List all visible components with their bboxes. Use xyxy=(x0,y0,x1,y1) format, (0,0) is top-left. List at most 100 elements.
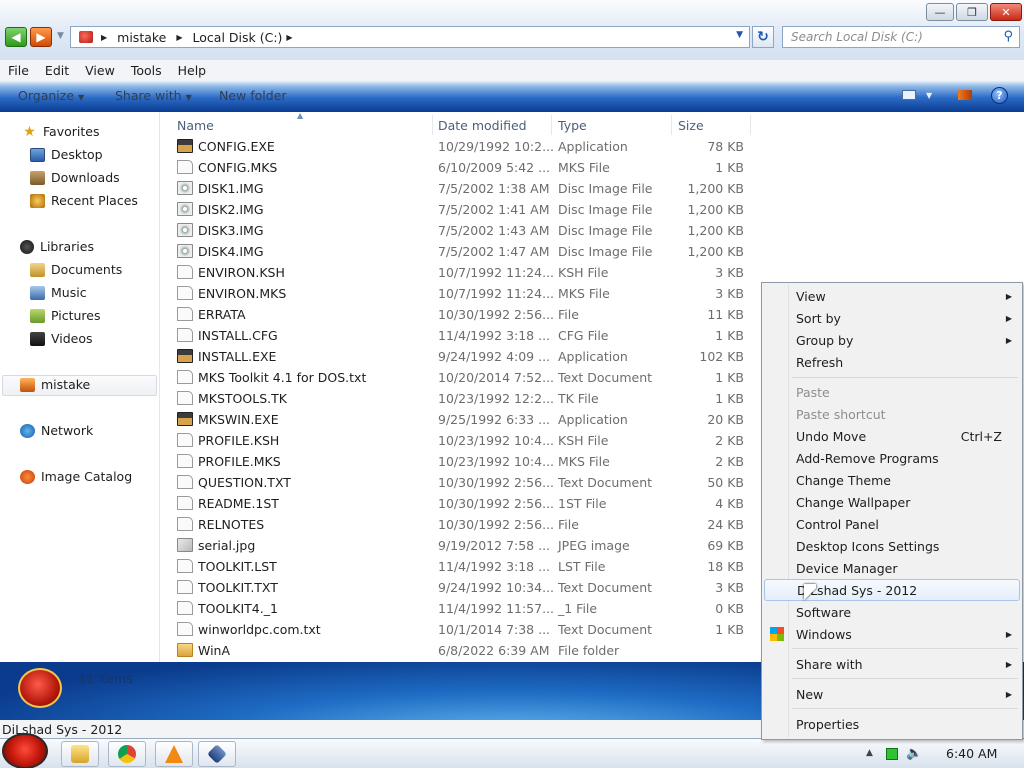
column-divider[interactable] xyxy=(432,115,433,135)
refresh-button[interactable]: ↻ xyxy=(752,26,774,48)
file-row[interactable]: PROFILE.MKS 10/23/1992 10:4... MKS File 2 K… xyxy=(175,451,755,472)
back-button[interactable]: ◀ xyxy=(5,27,27,47)
menu-item-share-with[interactable]: Share with ▶ xyxy=(764,653,1020,675)
file-row[interactable]: DISK2.IMG 7/5/2002 1:41 AM Disc Image File… xyxy=(175,199,755,220)
file-row[interactable]: QUESTION.TXT 10/30/1992 2:56... Text Docum… xyxy=(175,472,755,493)
nav-documents[interactable]: Documents xyxy=(30,262,122,277)
nav-image-catalog[interactable]: Image Catalog xyxy=(20,469,132,484)
network-status-icon[interactable] xyxy=(886,748,898,760)
nav-downloads[interactable]: Downloads xyxy=(30,170,120,185)
help-icon[interactable]: ? xyxy=(991,87,1008,104)
menu-item-paste[interactable]: Paste xyxy=(764,381,1020,403)
start-button[interactable] xyxy=(2,733,48,768)
show-hidden-icons-icon[interactable]: ▲ xyxy=(866,748,873,758)
menu-item-device-manager[interactable]: Device Manager xyxy=(764,557,1020,579)
menu-item-refresh[interactable]: Refresh xyxy=(764,351,1020,373)
menu-item-windows[interactable]: Windows ▶ xyxy=(764,623,1020,645)
address-dropdown-icon[interactable]: ▼ xyxy=(736,30,743,40)
menu-item-view[interactable]: View ▶ xyxy=(764,285,1020,307)
breadcrumb-arrow-icon[interactable]: ▶ xyxy=(286,33,292,42)
nav-pictures[interactable]: Pictures xyxy=(30,308,101,323)
menu-view[interactable]: View xyxy=(77,63,123,78)
taskbar-virtualbox[interactable] xyxy=(198,741,236,767)
chevron-down-icon[interactable]: ▼ xyxy=(926,91,932,100)
menu-edit[interactable]: Edit xyxy=(37,63,77,78)
menu-item-change-wallpaper[interactable]: Change Wallpaper xyxy=(764,491,1020,513)
column-size-header[interactable]: Size xyxy=(678,118,704,133)
search-input[interactable]: Search Local Disk (C:) ⚲ xyxy=(782,26,1020,48)
search-icon[interactable]: ⚲ xyxy=(1003,29,1013,44)
breadcrumb-arrow-icon[interactable]: ▶ xyxy=(176,33,182,42)
new-folder-button[interactable]: New folder xyxy=(219,88,287,103)
nav-mistake[interactable]: mistake xyxy=(20,377,90,392)
menu-item-change-theme[interactable]: Change Theme xyxy=(764,469,1020,491)
menu-item-properties[interactable]: Properties xyxy=(764,713,1020,735)
menu-item-sort-by[interactable]: Sort by ▶ xyxy=(764,307,1020,329)
address-bar[interactable]: ▶ mistake ▶ Local Disk (C:) ▶ ▼ xyxy=(70,26,750,48)
file-row[interactable]: DISK4.IMG 7/5/2002 1:47 AM Disc Image File… xyxy=(175,241,755,262)
nav-favorites[interactable]: ★ Favorites xyxy=(22,124,99,139)
column-type-header[interactable]: Type xyxy=(558,118,587,133)
file-row[interactable]: INSTALL.EXE 9/24/1992 4:09 ... Application… xyxy=(175,346,755,367)
file-row[interactable]: README.1ST 10/30/1992 2:56... 1ST File 4 KB xyxy=(175,493,755,514)
column-divider[interactable] xyxy=(551,115,552,135)
file-row[interactable]: ERRATA 10/30/1992 2:56... File 11 KB xyxy=(175,304,755,325)
forward-button[interactable]: ▶ xyxy=(30,27,52,47)
file-row[interactable]: winworldpc.com.txt 10/1/2014 7:38 ... Text… xyxy=(175,619,755,640)
menu-item-desktop-icons-settings[interactable]: Desktop Icons Settings xyxy=(764,535,1020,557)
file-row[interactable]: MKSTOOLS.TK 10/23/1992 12:2... TK File 1 KB xyxy=(175,388,755,409)
nav-desktop[interactable]: Desktop xyxy=(30,147,103,162)
file-row[interactable]: TOOLKIT.LST 11/4/1992 3:18 ... LST File 18 … xyxy=(175,556,755,577)
file-row[interactable]: MKSWIN.EXE 9/25/1992 6:33 ... Application 2… xyxy=(175,409,755,430)
menu-item-undo-move[interactable]: Undo Move Ctrl+Z xyxy=(764,425,1020,447)
nav-network[interactable]: Network xyxy=(20,423,93,438)
nav-libraries[interactable]: Libraries xyxy=(20,239,94,254)
file-row[interactable]: WinA 6/8/2022 6:39 AM File folder xyxy=(175,640,755,661)
file-row[interactable]: TOOLKIT.TXT 9/24/1992 10:34... Text Docume… xyxy=(175,577,755,598)
menu-item-group-by[interactable]: Group by ▶ xyxy=(764,329,1020,351)
menu-item-software[interactable]: Software xyxy=(764,601,1020,623)
file-row[interactable]: CONFIG.EXE 10/29/1992 10:2... Application 7… xyxy=(175,136,755,157)
file-row[interactable]: CONFIG.MKS 6/10/2009 5:42 ... MKS File 1 KB xyxy=(175,157,755,178)
menu-item-new[interactable]: New ▶ xyxy=(764,683,1020,705)
nav-videos[interactable]: Videos xyxy=(30,331,93,346)
maximize-button[interactable]: ❐ xyxy=(956,3,988,21)
file-row[interactable]: PROFILE.KSH 10/23/1992 10:4... KSH File 2 K… xyxy=(175,430,755,451)
column-date-header[interactable]: Date modified xyxy=(438,118,527,133)
nav-music[interactable]: Music xyxy=(30,285,87,300)
taskbar-vlc[interactable] xyxy=(155,741,193,767)
file-row[interactable]: ENVIRON.KSH 10/7/1992 11:24... KSH File 3 K… xyxy=(175,262,755,283)
file-row[interactable]: INSTALL.CFG 11/4/1992 3:18 ... CFG File 1 K… xyxy=(175,325,755,346)
column-divider[interactable] xyxy=(671,115,672,135)
preview-pane-icon[interactable] xyxy=(958,90,972,100)
column-divider[interactable] xyxy=(750,115,751,135)
menu-item-dilshad-sys[interactable]: DiLshad Sys - 2012 xyxy=(764,579,1020,601)
file-row[interactable]: serial.jpg 9/19/2012 7:58 ... JPEG image 69… xyxy=(175,535,755,556)
change-view-icon[interactable] xyxy=(902,90,916,100)
file-row[interactable]: DISK1.IMG 7/5/2002 1:38 AM Disc Image File… xyxy=(175,178,755,199)
menu-item-paste-shortcut[interactable]: Paste shortcut xyxy=(764,403,1020,425)
menu-file[interactable]: File xyxy=(0,63,37,78)
file-row[interactable]: MKS Toolkit 4.1 for DOS.txt 10/20/2014 7:… xyxy=(175,367,755,388)
file-row[interactable]: ENVIRON.MKS 10/7/1992 11:24... MKS File 3 K… xyxy=(175,283,755,304)
organize-button[interactable]: Organize ▼ xyxy=(18,88,84,103)
file-row[interactable]: DISK3.IMG 7/5/2002 1:43 AM Disc Image File… xyxy=(175,220,755,241)
menu-item-add-remove-programs[interactable]: Add-Remove Programs xyxy=(764,447,1020,469)
close-button[interactable]: ✕ xyxy=(990,3,1022,21)
clock[interactable]: 6:40 AM xyxy=(946,746,997,761)
breadcrumb-local-disk[interactable]: Local Disk (C:) xyxy=(193,30,283,45)
taskbar-explorer[interactable] xyxy=(61,741,99,767)
menu-help[interactable]: Help xyxy=(170,63,215,78)
recent-pages-dropdown[interactable]: ▼ xyxy=(57,31,64,41)
menu-item-control-panel[interactable]: Control Panel xyxy=(764,513,1020,535)
file-row[interactable]: RELNOTES 10/30/1992 2:56... File 24 KB xyxy=(175,514,755,535)
column-name-header[interactable]: Name xyxy=(177,118,214,133)
menu-tools[interactable]: Tools xyxy=(123,63,170,78)
file-row[interactable]: TOOLKIT4._1 11/4/1992 11:57... _1 File 0 KB xyxy=(175,598,755,619)
share-with-button[interactable]: Share with ▼ xyxy=(115,88,192,103)
taskbar-chrome[interactable] xyxy=(108,741,146,767)
minimize-button[interactable]: — xyxy=(926,3,954,21)
volume-icon[interactable]: 🔈 xyxy=(906,746,922,761)
nav-recent-places[interactable]: Recent Places xyxy=(30,193,138,208)
breadcrumb-mistake[interactable]: mistake xyxy=(117,30,166,45)
